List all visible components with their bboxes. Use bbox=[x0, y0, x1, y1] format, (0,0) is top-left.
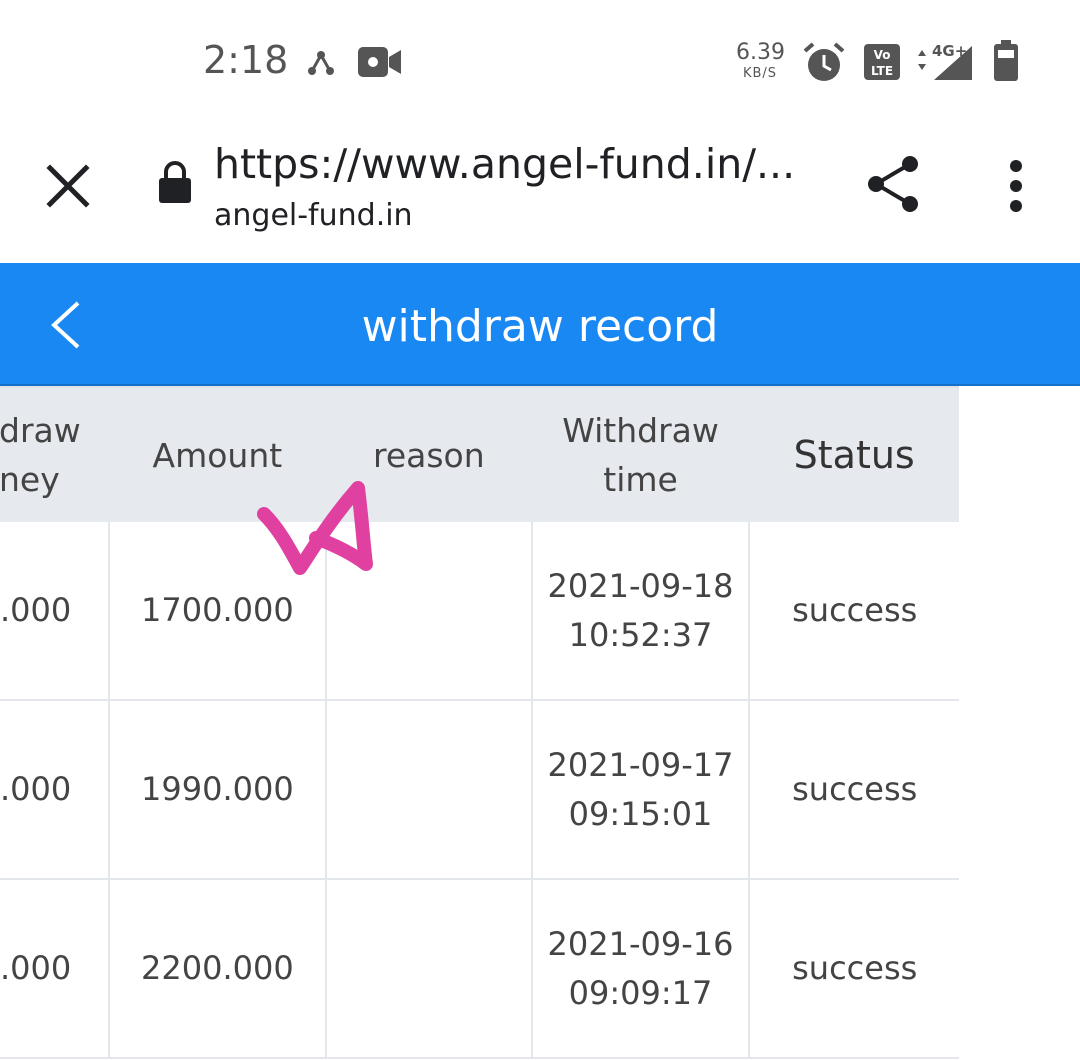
volte-icon: Vo LTE bbox=[864, 44, 900, 80]
column-header-amount: Amount bbox=[108, 386, 326, 522]
time-cell: 2021-09-17 09:15:01 bbox=[530, 700, 750, 880]
reason-cell bbox=[324, 700, 532, 880]
app-header: withdraw record bbox=[0, 263, 1080, 386]
reason-cell bbox=[324, 879, 532, 1059]
money-cell: .000 bbox=[0, 522, 109, 701]
table-row: .000 1990.000 2021-09-17 09:15:01 succes… bbox=[0, 700, 959, 880]
4g-data-icon: 4G+ bbox=[918, 42, 972, 80]
url-text[interactable]: https://www.angel-fund.in/... bbox=[214, 140, 794, 188]
money-cell: .000 bbox=[0, 700, 109, 880]
back-arrow-icon[interactable] bbox=[44, 299, 88, 351]
table-row: .000 2200.000 2021-09-16 09:09:17 succes… bbox=[0, 879, 959, 1059]
svg-text:LTE: LTE bbox=[871, 64, 893, 78]
column-header-withdraw-time: Withdraw time bbox=[531, 386, 750, 522]
page-title: withdraw record bbox=[361, 301, 719, 352]
table-header-row: draw ney Amount reason Withdraw time Sta… bbox=[0, 386, 959, 522]
video-record-icon bbox=[358, 47, 401, 77]
battery-icon bbox=[994, 40, 1018, 81]
table-row: .000 1700.000 2021-09-18 10:52:37 succes… bbox=[0, 522, 959, 701]
time-cell: 2021-09-18 10:52:37 bbox=[530, 522, 750, 701]
column-header-reason: reason bbox=[325, 386, 532, 522]
status-time: 2:18 bbox=[203, 38, 289, 82]
domain-text: angel-fund.in bbox=[214, 198, 413, 233]
status-bar: 2:18 6.39 KB/S Vo LTE 4G+ bbox=[0, 0, 1080, 120]
alarm-icon bbox=[803, 42, 845, 81]
browser-toolbar: https://www.angel-fund.in/... angel-fund… bbox=[0, 120, 1080, 263]
status-cell: success bbox=[748, 879, 959, 1059]
column-header-money: draw ney bbox=[0, 386, 109, 522]
reason-cell bbox=[324, 522, 532, 701]
amount-cell: 1700.000 bbox=[107, 522, 326, 701]
status-cell: success bbox=[748, 522, 959, 701]
network-speed-value: 6.39 bbox=[736, 40, 785, 65]
lock-icon bbox=[159, 161, 191, 203]
money-cell: .000 bbox=[0, 879, 109, 1059]
share-icon[interactable] bbox=[864, 154, 924, 214]
close-icon[interactable] bbox=[40, 158, 96, 214]
svg-text:Vo: Vo bbox=[874, 48, 891, 62]
amount-cell: 1990.000 bbox=[107, 700, 326, 880]
network-speed-unit: KB/S bbox=[742, 66, 778, 81]
status-cell: success bbox=[748, 700, 959, 880]
withdraw-table-container[interactable]: draw ney Amount reason Withdraw time Sta… bbox=[0, 386, 1080, 1060]
time-cell: 2021-09-16 09:09:17 bbox=[530, 879, 750, 1059]
column-header-status: Status bbox=[749, 386, 959, 522]
withdraw-table: draw ney Amount reason Withdraw time Sta… bbox=[0, 386, 959, 1059]
network-speed: 6.39 KB/S bbox=[736, 40, 785, 81]
hotspot-icon bbox=[308, 51, 334, 75]
amount-cell: 2200.000 bbox=[107, 879, 326, 1059]
more-vert-icon[interactable] bbox=[996, 156, 1036, 216]
